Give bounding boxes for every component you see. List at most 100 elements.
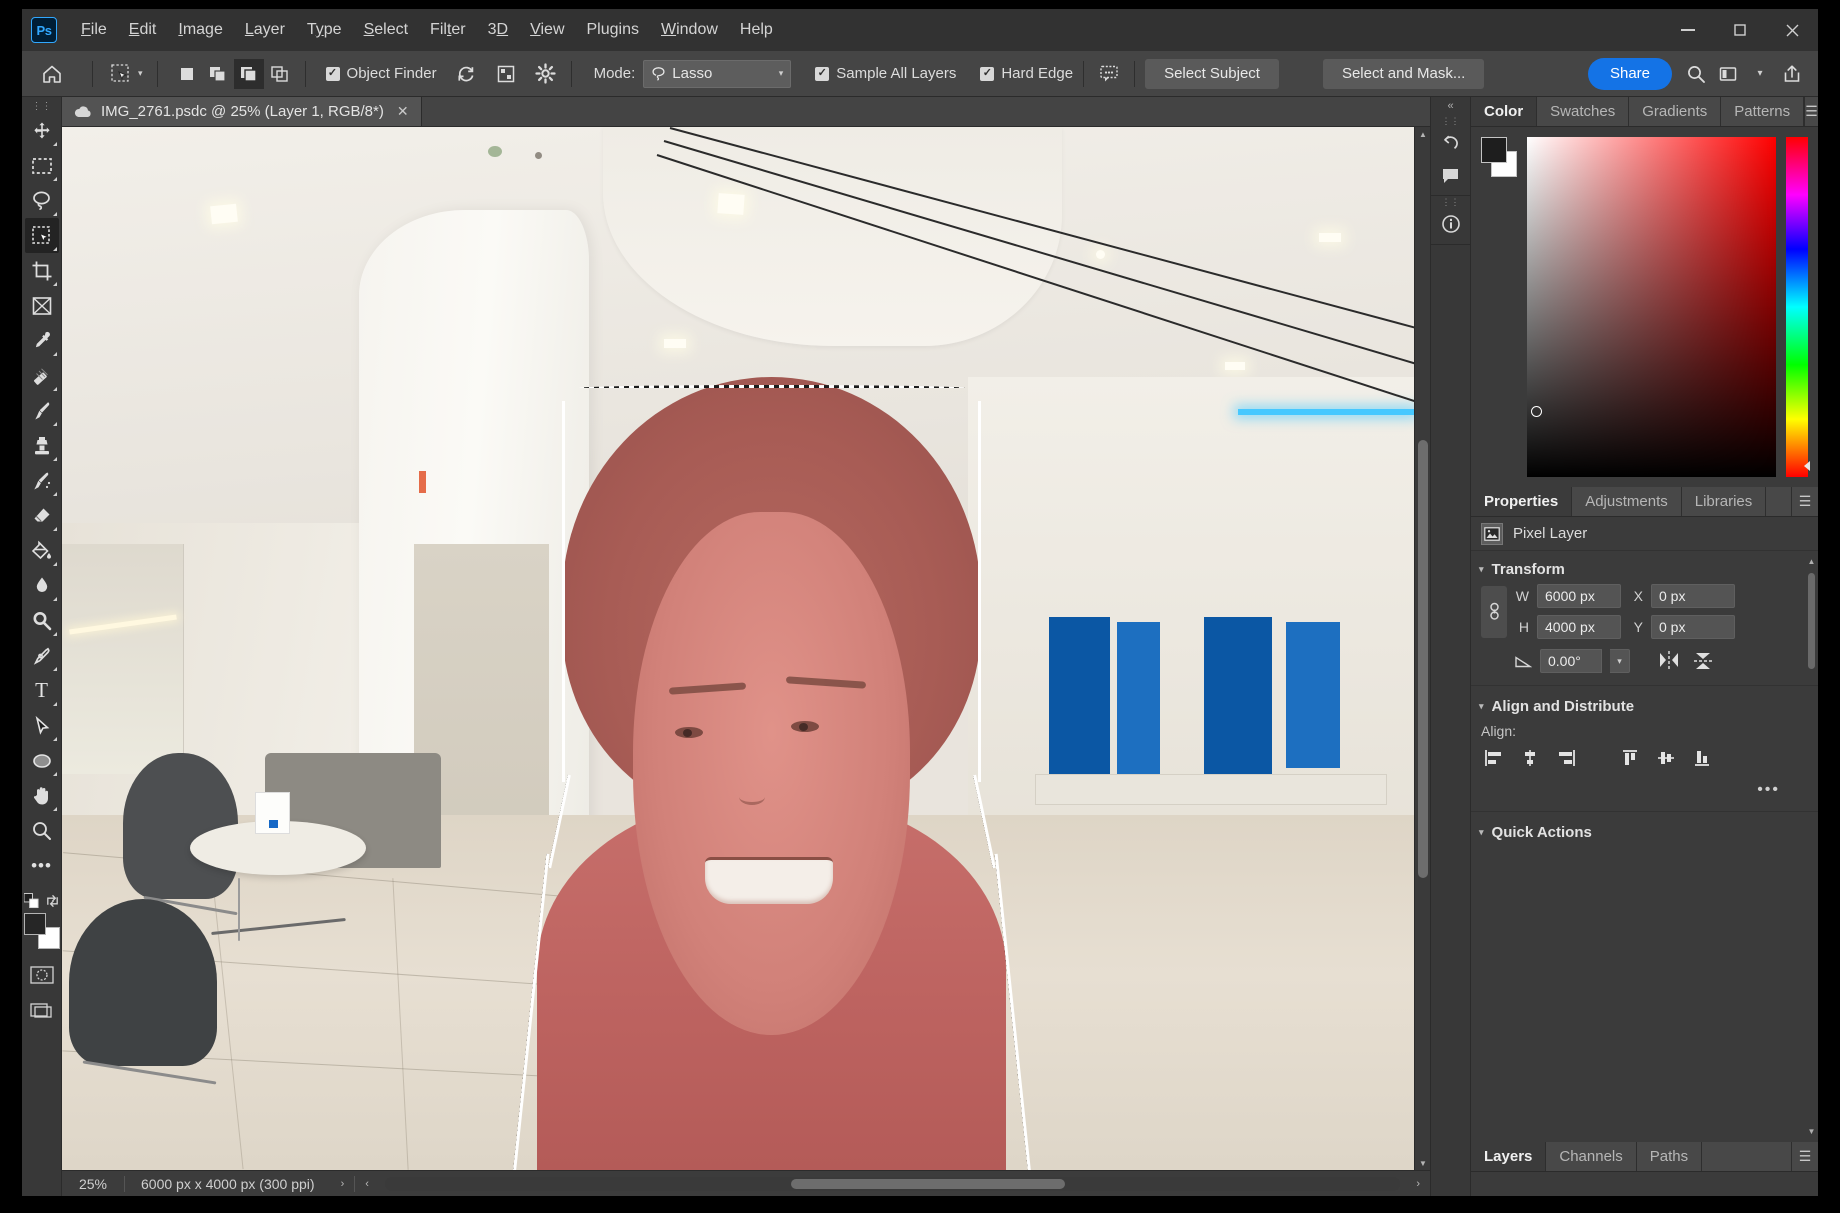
- image-canvas[interactable]: [62, 127, 1414, 1170]
- menu-item-3d[interactable]: 3D: [478, 16, 518, 44]
- sample-all-layers-checkbox[interactable]: ✓ Sample All Layers: [815, 65, 956, 82]
- zoom-level[interactable]: 25%: [62, 1176, 124, 1192]
- menu-item-filter[interactable]: Filter: [420, 16, 476, 44]
- scroll-down-arrow[interactable]: ▼: [1415, 1156, 1431, 1170]
- canvas-horizontal-scrollbar[interactable]: [385, 1177, 1400, 1191]
- move-tool[interactable]: [25, 113, 59, 148]
- chevron-down-icon[interactable]: ▾: [1610, 649, 1630, 673]
- selected-subject[interactable]: [562, 377, 981, 1170]
- menu-item-edit[interactable]: Edit: [119, 16, 167, 44]
- maximize-button[interactable]: [1714, 9, 1766, 51]
- share-export-icon[interactable]: [1776, 58, 1808, 90]
- color-picker-handle[interactable]: [1531, 406, 1542, 417]
- tab-color[interactable]: Color: [1471, 97, 1537, 126]
- align-top-edges-icon[interactable]: [1615, 745, 1645, 771]
- scroll-up-arrow[interactable]: ▲: [1807, 557, 1816, 566]
- swap-colors-icon[interactable]: [45, 893, 60, 909]
- document-tab[interactable]: IMG_2761.psdc @ 25% (Layer 1, RGB/8*) ✕: [62, 97, 422, 126]
- menu-item-image[interactable]: Image: [168, 16, 232, 44]
- object-selection-tool[interactable]: [25, 218, 59, 253]
- screen-mode-icon[interactable]: [25, 992, 59, 1027]
- panel-menu-icon[interactable]: ☰: [1792, 487, 1818, 516]
- collapse-panels-icon[interactable]: «: [1447, 97, 1453, 115]
- blur-tool[interactable]: [25, 568, 59, 603]
- close-button[interactable]: [1766, 9, 1818, 51]
- frame-tool[interactable]: [25, 288, 59, 323]
- mode-select[interactable]: Lasso ▾: [643, 60, 791, 88]
- pen-tool[interactable]: [25, 638, 59, 673]
- hand-tool[interactable]: [25, 778, 59, 813]
- crop-tool[interactable]: [25, 253, 59, 288]
- angle-input[interactable]: 0.00°: [1540, 649, 1602, 673]
- tab-swatches[interactable]: Swatches: [1537, 97, 1629, 126]
- align-section-header[interactable]: ▾ Align and Distribute: [1471, 688, 1818, 721]
- brush-tool[interactable]: [25, 393, 59, 428]
- panel-menu-icon[interactable]: ☰: [1792, 1142, 1818, 1171]
- foreground-color-swatch[interactable]: [24, 913, 46, 935]
- color-field[interactable]: [1527, 137, 1776, 477]
- tool-preset-picker[interactable]: ▾: [103, 58, 147, 90]
- x-input[interactable]: 0 px: [1651, 584, 1735, 608]
- menu-item-view[interactable]: View: [520, 16, 574, 44]
- properties-scroll-thumb[interactable]: [1808, 573, 1815, 669]
- select-and-mask-button[interactable]: Select and Mask...: [1323, 59, 1484, 89]
- type-tool[interactable]: T: [25, 673, 59, 708]
- canvas-vertical-scrollbar[interactable]: ▲ ▼: [1414, 127, 1430, 1170]
- foreground-color-swatch[interactable]: [1481, 137, 1507, 163]
- menu-item-plugins[interactable]: Plugins: [577, 16, 649, 44]
- align-right-edges-icon[interactable]: [1551, 745, 1581, 771]
- scroll-right-arrow[interactable]: ›: [1406, 1178, 1430, 1190]
- edit-toolbar-button[interactable]: •••: [25, 848, 59, 883]
- scroll-up-arrow[interactable]: ▲: [1415, 127, 1431, 141]
- share-button[interactable]: Share: [1588, 58, 1672, 90]
- history-icon[interactable]: [1435, 127, 1467, 159]
- spot-healing-brush-tool[interactable]: [25, 358, 59, 393]
- align-left-edges-icon[interactable]: [1479, 745, 1509, 771]
- hue-slider[interactable]: [1786, 137, 1808, 477]
- height-input[interactable]: 4000 px: [1537, 615, 1621, 639]
- select-subject-button[interactable]: Select Subject: [1145, 59, 1279, 89]
- workspace-icon[interactable]: [1712, 58, 1744, 90]
- gradient-tool[interactable]: [25, 533, 59, 568]
- properties-scrollbar[interactable]: ▲ ▼: [1807, 557, 1816, 1136]
- zoom-tool[interactable]: [25, 813, 59, 848]
- eyedropper-tool[interactable]: [25, 323, 59, 358]
- chevron-down-icon[interactable]: ▾: [1744, 58, 1776, 90]
- add-to-selection-button[interactable]: [203, 59, 233, 89]
- tab-gradients[interactable]: Gradients: [1629, 97, 1721, 126]
- scroll-left-arrow[interactable]: ‹: [355, 1178, 379, 1190]
- panel-grip[interactable]: ⋮⋮: [1442, 196, 1460, 208]
- intersect-with-selection-button[interactable]: [265, 59, 295, 89]
- tab-paths[interactable]: Paths: [1637, 1142, 1702, 1171]
- horizontal-scroll-thumb[interactable]: [791, 1179, 1065, 1189]
- menu-item-window[interactable]: Window: [651, 16, 728, 44]
- color-panel-swatches[interactable]: [1481, 137, 1517, 177]
- align-bottom-edges-icon[interactable]: [1687, 745, 1717, 771]
- ellipse-tool[interactable]: [25, 743, 59, 778]
- link-dimensions-icon[interactable]: [1481, 586, 1507, 638]
- overlay-options-icon[interactable]: [491, 59, 521, 89]
- subtract-from-selection-button[interactable]: [234, 59, 264, 89]
- object-finder-checkbox[interactable]: ✓ Object Finder: [326, 65, 437, 82]
- history-brush-tool[interactable]: [25, 463, 59, 498]
- search-icon[interactable]: [1680, 58, 1712, 90]
- clone-stamp-tool[interactable]: [25, 428, 59, 463]
- tab-properties[interactable]: Properties: [1471, 487, 1572, 516]
- eraser-tool[interactable]: [25, 498, 59, 533]
- quick-actions-section-header[interactable]: ▾ Quick Actions: [1471, 814, 1818, 847]
- minimize-button[interactable]: [1662, 9, 1714, 51]
- y-input[interactable]: 0 px: [1651, 615, 1735, 639]
- chevron-down-icon[interactable]: ▾: [138, 68, 143, 79]
- info-icon[interactable]: [1435, 208, 1467, 240]
- tab-libraries[interactable]: Libraries: [1682, 487, 1767, 516]
- menu-item-layer[interactable]: Layer: [235, 16, 295, 44]
- new-selection-button[interactable]: [172, 59, 202, 89]
- quick-mask-icon[interactable]: [25, 957, 59, 992]
- flip-vertical-icon[interactable]: [1694, 651, 1712, 671]
- default-colors-icon[interactable]: [24, 893, 39, 909]
- gear-icon[interactable]: [531, 59, 561, 89]
- tab-layers[interactable]: Layers: [1471, 1142, 1546, 1171]
- panel-menu-icon[interactable]: ☰: [1805, 97, 1818, 126]
- comments-icon[interactable]: [1435, 159, 1467, 191]
- tab-adjustments[interactable]: Adjustments: [1572, 487, 1682, 516]
